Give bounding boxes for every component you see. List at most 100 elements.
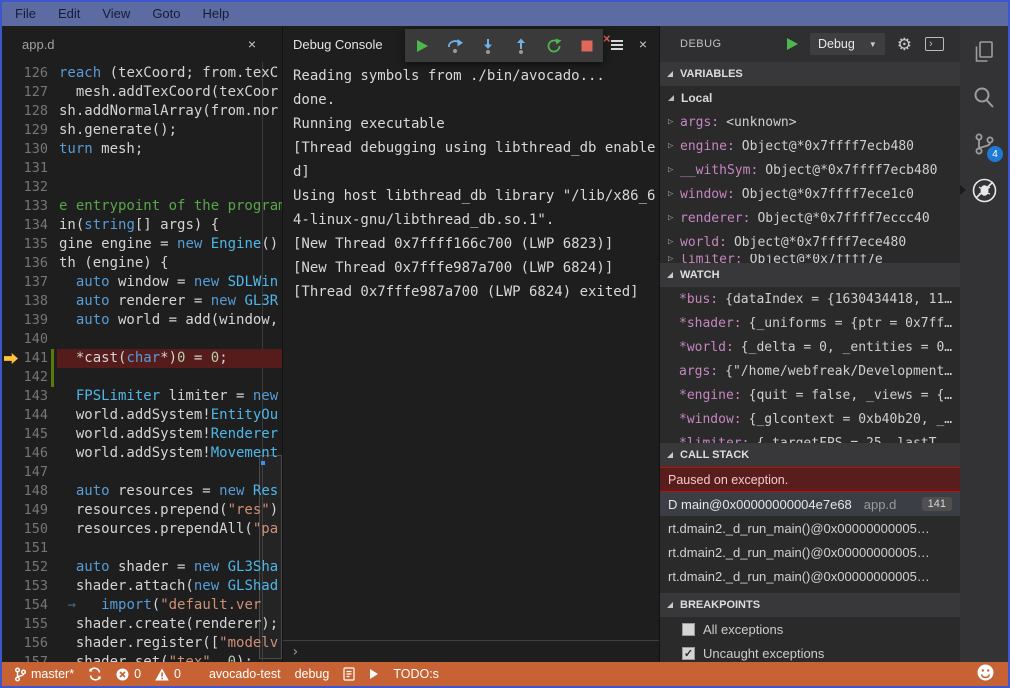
code-line[interactable]: 136th (engine) { bbox=[2, 254, 282, 273]
editor-gutter[interactable]: 154 bbox=[2, 596, 57, 615]
git-branch-item[interactable]: master* bbox=[14, 667, 74, 682]
call-stack-header[interactable]: CALL STACK bbox=[660, 443, 960, 467]
code-line[interactable]: 127 mesh.addTexCoord(texCoor bbox=[2, 83, 282, 102]
editor-gutter[interactable]: 132 bbox=[2, 178, 57, 197]
open-console-icon[interactable]: › bbox=[925, 37, 944, 51]
variable-row[interactable]: ▷args:<unknown> bbox=[660, 110, 960, 134]
editor-gutter[interactable]: 126 bbox=[2, 64, 57, 83]
checkbox[interactable]: ✓ bbox=[682, 647, 695, 660]
code-line[interactable]: 142 bbox=[2, 368, 282, 387]
watch-row[interactable]: *bus:{dataIndex = {1630434418, 11… bbox=[660, 287, 960, 311]
code-line[interactable]: 153 shader.attach(new GLShad bbox=[2, 577, 282, 596]
stop-icon[interactable] bbox=[577, 36, 597, 56]
code-editor[interactable]: 126reach (texCoord; from.texC127 mesh.ad… bbox=[2, 62, 282, 662]
menu-item-edit[interactable]: Edit bbox=[47, 2, 91, 26]
source-control-icon[interactable]: 4 bbox=[970, 130, 998, 158]
editor-gutter[interactable]: 144 bbox=[2, 406, 57, 425]
variables-header[interactable]: VARIABLES bbox=[660, 62, 960, 86]
checkbox[interactable] bbox=[682, 623, 695, 636]
report-item[interactable] bbox=[343, 667, 355, 681]
code-line[interactable]: 139 auto world = add(window, bbox=[2, 311, 282, 330]
stack-frame[interactable]: rt.dmain2._d_run_main()@0x00000000005… bbox=[660, 540, 960, 564]
close-console-icon[interactable]: × bbox=[639, 36, 647, 52]
editor-gutter[interactable]: 155 bbox=[2, 615, 57, 634]
menu-item-goto[interactable]: Goto bbox=[141, 2, 191, 26]
step-over-icon[interactable] bbox=[445, 36, 465, 56]
editor-gutter[interactable]: 139 bbox=[2, 311, 57, 330]
code-line[interactable]: 148 auto resources = new Res bbox=[2, 482, 282, 501]
debug-console-input[interactable]: › bbox=[283, 640, 659, 662]
clear-console-icon[interactable]: × bbox=[605, 36, 623, 52]
start-debug-icon[interactable] bbox=[787, 38, 798, 50]
variable-row[interactable]: ▷world:Object@*0x7ffff7ece480 bbox=[660, 230, 960, 254]
menu-item-help[interactable]: Help bbox=[192, 2, 241, 26]
code-line[interactable]: 146 world.addSystem!Movement bbox=[2, 444, 282, 463]
continue-icon[interactable] bbox=[412, 36, 432, 56]
editor-gutter[interactable]: 143 bbox=[2, 387, 57, 406]
watch-row[interactable]: *shader:{_uniforms = {ptr = 0x7ff… bbox=[660, 311, 960, 335]
code-line[interactable]: 137 auto window = new SDLWin bbox=[2, 273, 282, 292]
watch-row[interactable]: *engine:{quit = false, _views = {… bbox=[660, 383, 960, 407]
code-line[interactable]: 151 bbox=[2, 539, 282, 558]
code-line[interactable]: 132 bbox=[2, 178, 282, 197]
breakpoint-row[interactable]: All exceptions bbox=[660, 617, 960, 641]
debug-config-dropdown[interactable]: Debug ▼ bbox=[810, 33, 885, 55]
step-into-icon[interactable] bbox=[478, 36, 498, 56]
editor-gutter[interactable]: 156 bbox=[2, 634, 57, 653]
warnings-item[interactable]: 0 bbox=[155, 667, 181, 681]
search-icon[interactable] bbox=[970, 84, 998, 112]
breakpoint-row[interactable]: ✓Uncaught exceptions bbox=[660, 641, 960, 662]
code-line[interactable]: 154 → import("default.ver bbox=[2, 596, 282, 615]
editor-gutter[interactable]: 131 bbox=[2, 159, 57, 178]
editor-gutter[interactable]: 129 bbox=[2, 121, 57, 140]
editor-gutter[interactable]: 146 bbox=[2, 444, 57, 463]
variable-row[interactable]: ▷engine:Object@*0x7ffff7ecb480 bbox=[660, 134, 960, 158]
editor-gutter[interactable]: 148 bbox=[2, 482, 57, 501]
step-out-icon[interactable] bbox=[511, 36, 531, 56]
editor-gutter[interactable]: 136 bbox=[2, 254, 57, 273]
editor-gutter[interactable]: 152 bbox=[2, 558, 57, 577]
debug-console-output[interactable]: Reading symbols from ./bin/avocado...don… bbox=[283, 62, 659, 640]
variable-row[interactable]: ▷window:Object@*0x7ffff7ece1c0 bbox=[660, 182, 960, 206]
watch-row[interactable]: *world:{_delta = 0, _entities = 0… bbox=[660, 335, 960, 359]
variable-row[interactable]: ▷renderer:Object@*0x7ffff7eccc40 bbox=[660, 206, 960, 230]
code-line[interactable]: 134in(string[] args) { bbox=[2, 216, 282, 235]
editor-gutter[interactable]: 134 bbox=[2, 216, 57, 235]
restart-icon[interactable] bbox=[544, 36, 564, 56]
files-icon[interactable] bbox=[970, 38, 998, 66]
editor-gutter[interactable]: 150 bbox=[2, 520, 57, 539]
tab-close-icon[interactable]: × bbox=[248, 36, 256, 52]
code-line[interactable]: 131 bbox=[2, 159, 282, 178]
editor-gutter[interactable]: 149 bbox=[2, 501, 57, 520]
debug-icon[interactable] bbox=[970, 176, 998, 204]
code-line[interactable]: 150 resources.prependAll("pa bbox=[2, 520, 282, 539]
code-line[interactable]: 133e entrypoint of the program bbox=[2, 197, 282, 216]
editor-gutter[interactable]: 151 bbox=[2, 539, 57, 558]
editor-gutter[interactable]: 142 bbox=[2, 368, 57, 387]
code-line[interactable]: 145 world.addSystem!Renderer bbox=[2, 425, 282, 444]
stack-frame[interactable]: rt.dmain2._d_run_main()@0x00000000005… bbox=[660, 564, 960, 588]
code-line[interactable]: 129sh.generate(); bbox=[2, 121, 282, 140]
watch-header[interactable]: WATCH bbox=[660, 263, 960, 287]
code-line[interactable]: 140 bbox=[2, 330, 282, 349]
editor-gutter[interactable]: 133 bbox=[2, 197, 57, 216]
feedback-smiley-icon[interactable] bbox=[977, 664, 994, 684]
code-line[interactable]: 157 shader.set("tex", 0); bbox=[2, 653, 282, 662]
stack-frame[interactable]: rt.dmain2._d_run_main()@0x00000000005… bbox=[660, 516, 960, 540]
editor-gutter[interactable]: 145 bbox=[2, 425, 57, 444]
code-line[interactable]: 138 auto renderer = new GL3R bbox=[2, 292, 282, 311]
variable-row[interactable]: ▷limiter:Object@*0x7ffff7e bbox=[660, 254, 960, 263]
editor-gutter[interactable]: 135 bbox=[2, 235, 57, 254]
editor-gutter[interactable]: 138 bbox=[2, 292, 57, 311]
scope-local[interactable]: Local bbox=[660, 86, 960, 110]
code-line[interactable]: 130turn mesh; bbox=[2, 140, 282, 159]
gear-icon[interactable]: ⚙ bbox=[897, 36, 912, 53]
breakpoints-header[interactable]: BREAKPOINTS bbox=[660, 593, 960, 617]
code-line[interactable]: 141 *cast(char*)0 = 0; bbox=[2, 349, 282, 368]
code-line[interactable]: 144 world.addSystem!EntityOu bbox=[2, 406, 282, 425]
editor-gutter[interactable]: 128 bbox=[2, 102, 57, 121]
menu-item-file[interactable]: File bbox=[4, 2, 47, 26]
run-task-item[interactable] bbox=[369, 668, 379, 680]
editor-gutter[interactable]: 147 bbox=[2, 463, 57, 482]
watch-row[interactable]: args:{"/home/webfreak/Development… bbox=[660, 359, 960, 383]
